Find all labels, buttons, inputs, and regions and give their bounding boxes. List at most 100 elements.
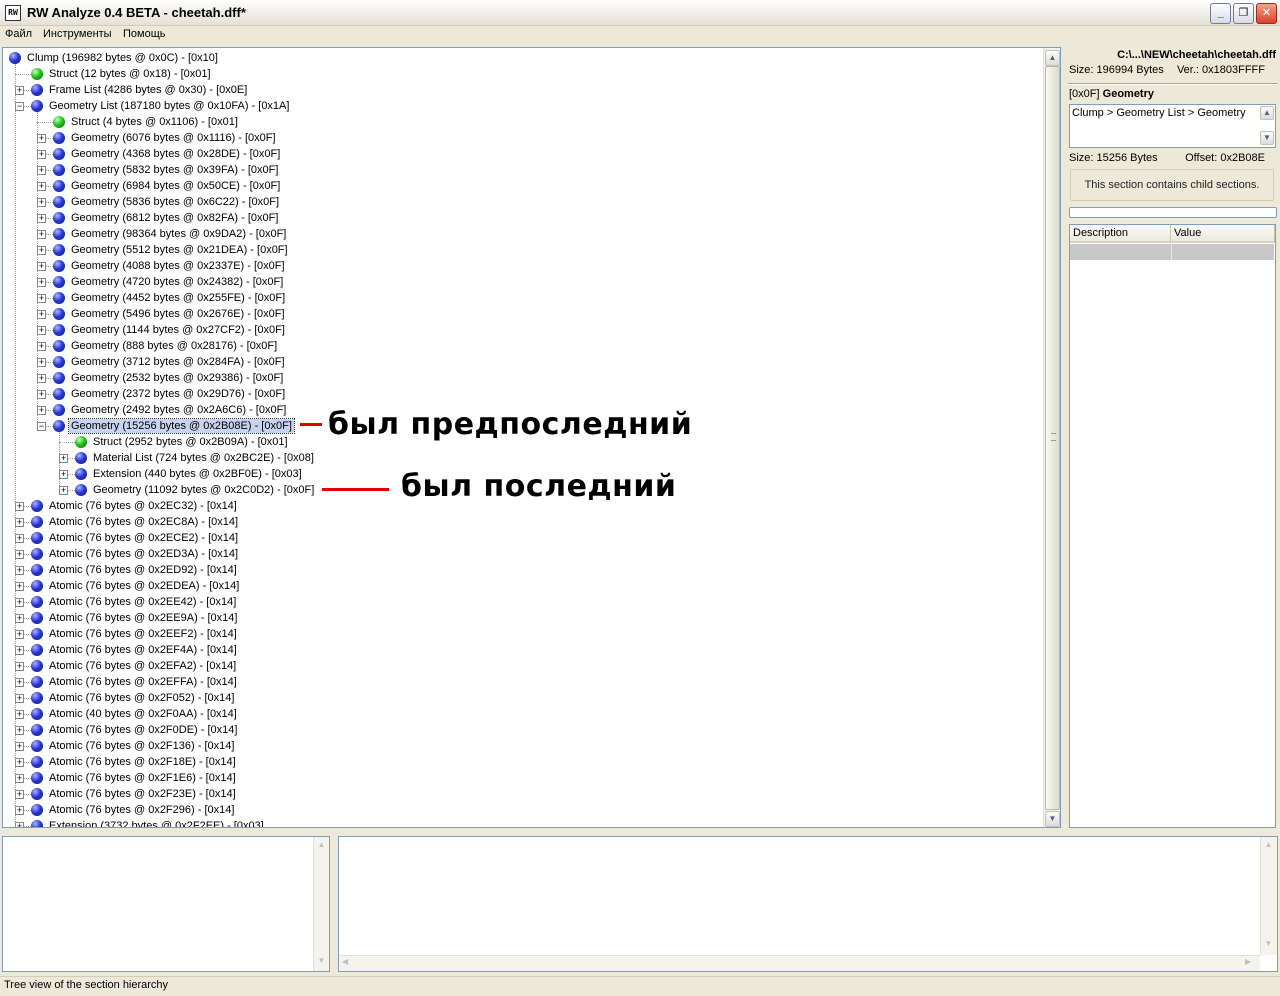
- tree-row[interactable]: + Geometry (98364 bytes @ 0x9DA2) - [0x0F…: [3, 226, 1041, 242]
- column-header-description[interactable]: Description: [1070, 225, 1171, 243]
- tree-row[interactable]: + Atomic (76 bytes @ 0x2ED3A) - [0x14]: [3, 546, 1041, 562]
- tree-row[interactable]: + Geometry (6812 bytes @ 0x82FA) - [0x0F]: [3, 210, 1041, 226]
- expand-plus-icon[interactable]: +: [37, 198, 46, 207]
- tree-label[interactable]: Geometry (98364 bytes @ 0x9DA2) - [0x0F]: [69, 227, 288, 241]
- expand-plus-icon[interactable]: +: [15, 518, 24, 527]
- tree-label[interactable]: Atomic (76 bytes @ 0x2EC8A) - [0x14]: [47, 515, 240, 529]
- expand-plus-icon[interactable]: +: [15, 694, 24, 703]
- tree-label[interactable]: Geometry (2532 bytes @ 0x29386) - [0x0F]: [69, 371, 285, 385]
- tree-label[interactable]: Atomic (76 bytes @ 0x2F136) - [0x14]: [47, 739, 236, 753]
- tree-label[interactable]: Geometry (5512 bytes @ 0x21DEA) - [0x0F]: [69, 243, 290, 257]
- tree-label[interactable]: Geometry (4368 bytes @ 0x28DE) - [0x0F]: [69, 147, 282, 161]
- tree-row[interactable]: + Atomic (76 bytes @ 0x2EEF2) - [0x14]: [3, 626, 1041, 642]
- minimize-button[interactable]: _: [1210, 3, 1231, 24]
- expand-plus-icon[interactable]: +: [37, 150, 46, 159]
- bottom-right-hscrollbar[interactable]: ◀ ▶: [339, 955, 1260, 971]
- tree-label[interactable]: Geometry (6984 bytes @ 0x50CE) - [0x0F]: [69, 179, 282, 193]
- expand-plus-icon[interactable]: +: [59, 454, 68, 463]
- expand-plus-icon[interactable]: +: [15, 550, 24, 559]
- expand-plus-icon[interactable]: +: [37, 246, 46, 255]
- tree-row[interactable]: − Geometry List (187180 bytes @ 0x10FA) -…: [3, 98, 1041, 114]
- tree-row[interactable]: + Atomic (76 bytes @ 0x2ED92) - [0x14]: [3, 562, 1041, 578]
- close-button[interactable]: ✕: [1256, 3, 1277, 24]
- tree-row[interactable]: + Atomic (76 bytes @ 0x2F18E) - [0x14]: [3, 754, 1041, 770]
- expand-plus-icon[interactable]: +: [37, 134, 46, 143]
- expand-plus-icon[interactable]: +: [59, 486, 68, 495]
- tree-label[interactable]: Atomic (76 bytes @ 0x2F052) - [0x14]: [47, 691, 236, 705]
- expand-plus-icon[interactable]: +: [37, 326, 46, 335]
- expand-plus-icon[interactable]: +: [15, 598, 24, 607]
- expand-plus-icon[interactable]: +: [15, 614, 24, 623]
- tree-row[interactable]: + Geometry (1144 bytes @ 0x27CF2) - [0x0F…: [3, 322, 1041, 338]
- expand-plus-icon[interactable]: +: [37, 182, 46, 191]
- tree-row[interactable]: + Geometry (5496 bytes @ 0x2676E) - [0x0F…: [3, 306, 1041, 322]
- expand-plus-icon[interactable]: +: [15, 758, 24, 767]
- tree-label[interactable]: Atomic (76 bytes @ 0x2EEF2) - [0x14]: [47, 627, 239, 641]
- tree-label[interactable]: Geometry (2372 bytes @ 0x29D76) - [0x0F]: [69, 387, 287, 401]
- tree-row[interactable]: + Geometry (888 bytes @ 0x28176) - [0x0F]: [3, 338, 1041, 354]
- expand-plus-icon[interactable]: +: [15, 646, 24, 655]
- expand-plus-icon[interactable]: +: [37, 166, 46, 175]
- expand-plus-icon[interactable]: +: [37, 342, 46, 351]
- tree-label[interactable]: Atomic (76 bytes @ 0x2EE9A) - [0x14]: [47, 611, 239, 625]
- tree-row[interactable]: Struct (4 bytes @ 0x1106) - [0x01]: [3, 114, 1041, 130]
- tree-row[interactable]: + Atomic (76 bytes @ 0x2F052) - [0x14]: [3, 690, 1041, 706]
- tree-row[interactable]: + Geometry (5832 bytes @ 0x39FA) - [0x0F]: [3, 162, 1041, 178]
- tree-label[interactable]: Atomic (76 bytes @ 0x2ECE2) - [0x14]: [47, 531, 240, 545]
- properties-grid[interactable]: Description Value: [1069, 224, 1276, 828]
- expand-plus-icon[interactable]: +: [15, 630, 24, 639]
- tree-label[interactable]: Atomic (76 bytes @ 0x2EDEA) - [0x14]: [47, 579, 241, 593]
- bl-scroll-down-icon[interactable]: ▼: [314, 954, 329, 970]
- breadcrumb-scroll-up-icon[interactable]: ▲: [1260, 106, 1274, 120]
- tree-label[interactable]: Material List (724 bytes @ 0x2BC2E) - [0…: [91, 451, 316, 465]
- tree-row[interactable]: + Atomic (76 bytes @ 0x2EDEA) - [0x14]: [3, 578, 1041, 594]
- expand-plus-icon[interactable]: +: [15, 662, 24, 671]
- tree-row[interactable]: + Geometry (3712 bytes @ 0x284FA) - [0x0F…: [3, 354, 1041, 370]
- tree-row[interactable]: + Atomic (76 bytes @ 0x2EE42) - [0x14]: [3, 594, 1041, 610]
- expand-plus-icon[interactable]: +: [15, 822, 24, 827]
- tree-label[interactable]: Geometry (6076 bytes @ 0x1116) - [0x0F]: [69, 131, 278, 145]
- tree-label[interactable]: Struct (12 bytes @ 0x18) - [0x01]: [47, 67, 213, 81]
- expand-plus-icon[interactable]: +: [15, 774, 24, 783]
- tree-label[interactable]: Atomic (76 bytes @ 0x2EC32) - [0x14]: [47, 499, 239, 513]
- expand-plus-icon[interactable]: +: [37, 390, 46, 399]
- expand-plus-icon[interactable]: +: [37, 278, 46, 287]
- br-scroll-right-icon[interactable]: ▶: [1245, 957, 1251, 966]
- tree-row[interactable]: + Geometry (2532 bytes @ 0x29386) - [0x0F…: [3, 370, 1041, 386]
- tree-label[interactable]: Geometry (1144 bytes @ 0x27CF2) - [0x0F]: [69, 323, 287, 337]
- tree-label[interactable]: Geometry List (187180 bytes @ 0x10FA) - …: [47, 99, 291, 113]
- expand-plus-icon[interactable]: +: [37, 230, 46, 239]
- expand-plus-icon[interactable]: +: [15, 790, 24, 799]
- tree-label[interactable]: Geometry (4720 bytes @ 0x24382) - [0x0F]: [69, 275, 285, 289]
- tree-row[interactable]: + Atomic (76 bytes @ 0x2EE9A) - [0x14]: [3, 610, 1041, 626]
- tree-label-selected[interactable]: Geometry (15256 bytes @ 0x2B08E) - [0x0F…: [68, 418, 295, 434]
- tree-label[interactable]: Atomic (40 bytes @ 0x2F0AA) - [0x14]: [47, 707, 239, 721]
- collapse-minus-icon[interactable]: −: [37, 422, 46, 431]
- breadcrumb-box[interactable]: Clump > Geometry List > Geometry ▲ ▼: [1069, 104, 1276, 148]
- expand-plus-icon[interactable]: +: [37, 310, 46, 319]
- expand-plus-icon[interactable]: +: [15, 86, 24, 95]
- title-bar[interactable]: RW RW Analyze 0.4 BETA - cheetah.dff* _ …: [0, 0, 1280, 26]
- tree-row[interactable]: + Geometry (6076 bytes @ 0x1116) - [0x0F]: [3, 130, 1041, 146]
- hex-offset-panel[interactable]: ▲ ▼: [2, 836, 330, 972]
- expand-plus-icon[interactable]: +: [15, 678, 24, 687]
- tree-label[interactable]: Atomic (76 bytes @ 0x2EFFA) - [0x14]: [47, 675, 239, 689]
- property-row[interactable]: [1070, 244, 1274, 260]
- expand-plus-icon[interactable]: +: [37, 262, 46, 271]
- tree-vertical-scrollbar[interactable]: ▲ ▼: [1043, 48, 1060, 827]
- tree-row[interactable]: + Extension (3732 bytes @ 0x2F2EE) - [0x0…: [3, 818, 1041, 827]
- tree-label[interactable]: Struct (2952 bytes @ 0x2B09A) - [0x01]: [91, 435, 290, 449]
- tree-row[interactable]: + Geometry (5836 bytes @ 0x6C22) - [0x0F]: [3, 194, 1041, 210]
- expand-plus-icon[interactable]: +: [15, 534, 24, 543]
- column-header-value[interactable]: Value: [1171, 225, 1275, 243]
- maximize-button[interactable]: ❐: [1233, 3, 1254, 24]
- breadcrumb-scroll-down-icon[interactable]: ▼: [1260, 131, 1274, 145]
- tree-row[interactable]: + Material List (724 bytes @ 0x2BC2E) - […: [3, 450, 1041, 466]
- tree-label[interactable]: Clump (196982 bytes @ 0x0C) - [0x10]: [25, 51, 220, 65]
- tree-label[interactable]: Atomic (76 bytes @ 0x2EFA2) - [0x14]: [47, 659, 238, 673]
- tree-row[interactable]: + Geometry (6984 bytes @ 0x50CE) - [0x0F]: [3, 178, 1041, 194]
- menu-help[interactable]: Помощь: [123, 28, 166, 40]
- tree-row[interactable]: + Atomic (76 bytes @ 0x2F296) - [0x14]: [3, 802, 1041, 818]
- tree-label[interactable]: Geometry (4452 bytes @ 0x255FE) - [0x0F]: [69, 291, 287, 305]
- tree-label[interactable]: Geometry (2492 bytes @ 0x2A6C6) - [0x0F]: [69, 403, 288, 417]
